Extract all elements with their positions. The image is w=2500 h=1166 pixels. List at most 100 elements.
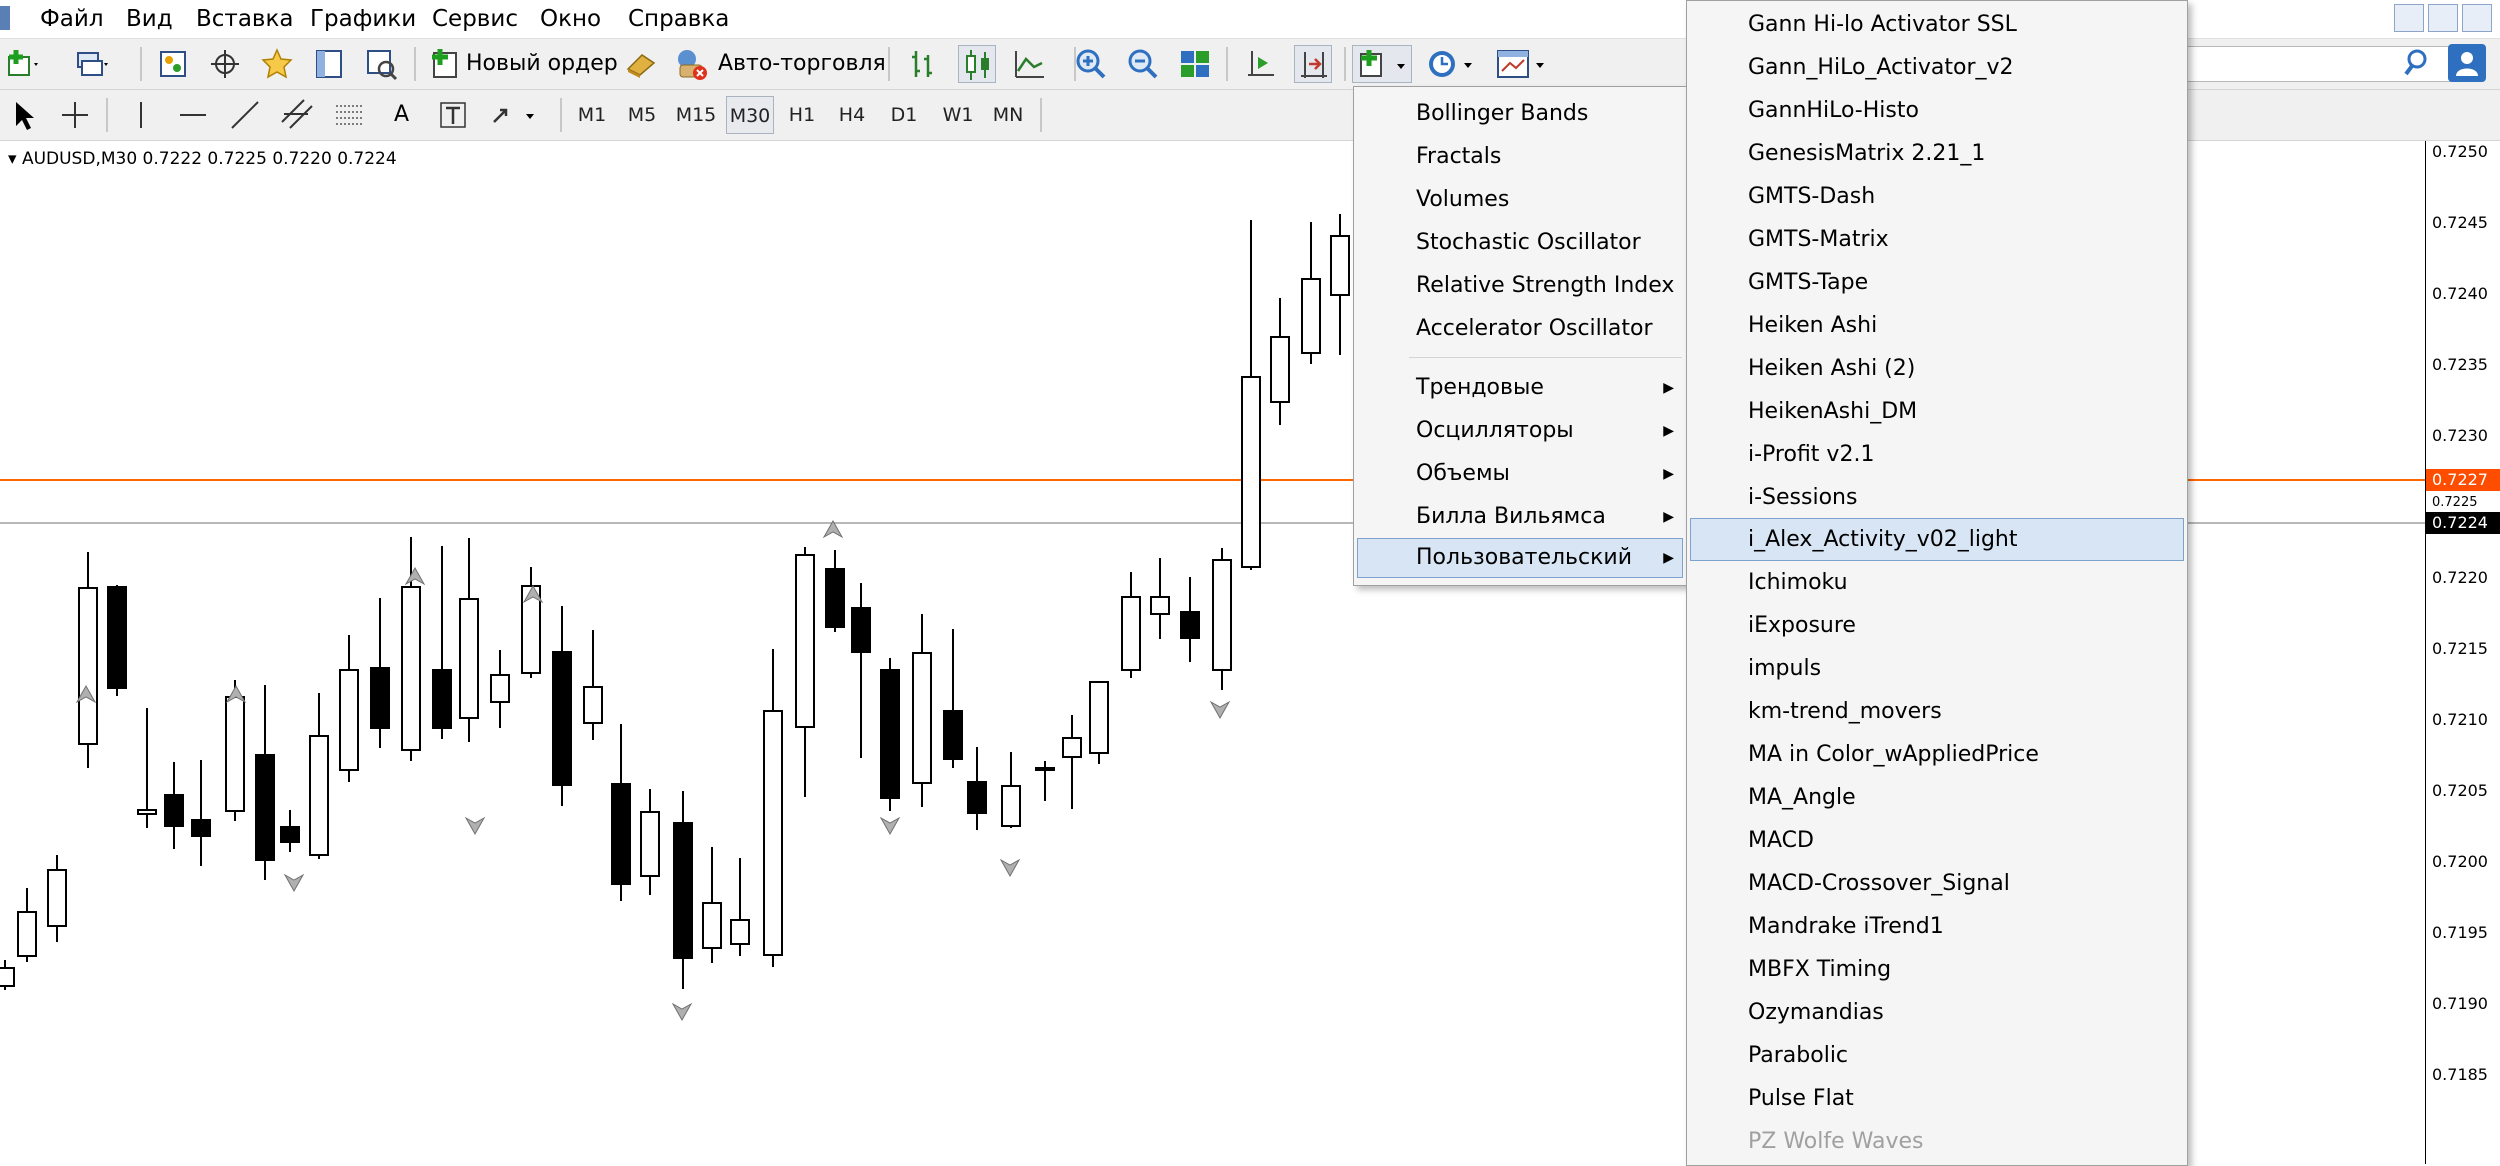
submenu-bill-williams[interactable]: Билла Вильямса [1416, 497, 1606, 537]
menu-item-custom-indicator[interactable]: MACD-Crossover_Signal [1748, 862, 2010, 905]
bar-chart-icon[interactable] [904, 45, 942, 83]
candle-body [370, 667, 390, 729]
price-label: 0.7205 [2432, 781, 2488, 800]
menu-item-custom-indicator[interactable]: Gann_HiLo_Activator_v2 [1748, 46, 2014, 89]
menu-item-custom-indicator[interactable]: GannHiLo-Histo [1748, 89, 1919, 132]
crosshair-icon[interactable] [206, 45, 244, 83]
search-icon[interactable] [2400, 44, 2438, 82]
text-tool-button[interactable]: A [394, 90, 409, 140]
submenu-trend[interactable]: Трендовые [1416, 368, 1544, 408]
timeframe-m30[interactable]: M30 [726, 96, 774, 134]
menu-item-custom-indicator[interactable]: Ichimoku [1748, 561, 1848, 604]
submenu-volumes[interactable]: Объемы [1416, 454, 1510, 494]
auto-trading-button[interactable]: Авто-торговля [718, 39, 886, 89]
profiles-button[interactable] [72, 45, 110, 83]
data-window-icon[interactable] [310, 45, 348, 83]
timeframe-w1[interactable]: W1 [936, 96, 980, 134]
menu-item-custom-indicator[interactable]: i-Profit v2.1 [1748, 433, 1874, 476]
menu-item-custom-indicator[interactable]: GMTS-Tape [1748, 261, 1868, 304]
restore-icon[interactable] [2428, 4, 2458, 32]
cursor-icon[interactable] [4, 96, 42, 134]
menu-item-custom-indicator[interactable]: GMTS-Matrix [1748, 218, 1889, 261]
tile-windows-icon[interactable] [1176, 45, 1214, 83]
menu-item-custom-indicator[interactable]: Heiken Ashi [1748, 304, 1877, 347]
templates-dropdown-button[interactable] [1494, 45, 1554, 83]
menu-item-custom-indicator[interactable]: iExposure [1748, 604, 1856, 647]
collapse-triangle-icon[interactable]: ▾ [8, 149, 17, 169]
menu-item-custom-indicator[interactable]: Parabolic [1748, 1034, 1848, 1077]
menu-item-accelerator[interactable]: Accelerator Oscillator [1416, 309, 1653, 349]
trendline-icon[interactable] [226, 96, 264, 134]
periods-dropdown-button[interactable] [1424, 45, 1484, 83]
new-order-icon[interactable] [426, 45, 464, 83]
auto-scroll-icon[interactable] [1294, 45, 1332, 83]
candle-body [1330, 235, 1350, 296]
menu-item-stochastic[interactable]: Stochastic Oscillator [1416, 223, 1641, 263]
candle-body [490, 674, 510, 703]
menu-item-custom-indicator[interactable]: HeikenAshi_DM [1748, 390, 1917, 433]
timeframe-m5[interactable]: M5 [620, 96, 664, 134]
timeframe-m15[interactable]: M15 [674, 96, 718, 134]
menu-window[interactable]: Окно [540, 0, 601, 38]
menu-item-custom-indicator[interactable]: impuls [1748, 647, 1821, 690]
menu-item-custom-indicator-highlighted[interactable]: i_Alex_Activity_v02_light [1748, 518, 2018, 561]
metaeditor-icon[interactable] [622, 45, 660, 83]
menu-item-custom-indicator[interactable]: Heiken Ashi (2) [1748, 347, 1915, 390]
close-icon[interactable] [2462, 4, 2492, 32]
menu-item-rsi[interactable]: Relative Strength Index [1416, 266, 1674, 306]
menu-tools[interactable]: Сервис [432, 0, 518, 38]
timeframe-h1[interactable]: H1 [780, 96, 824, 134]
menu-item-custom-indicator[interactable]: MACD [1748, 819, 1814, 862]
zoom-out-icon[interactable] [1124, 45, 1162, 83]
menu-file[interactable]: Файл [40, 0, 104, 38]
chart-shift-icon[interactable] [1242, 45, 1280, 83]
community-icon[interactable] [2448, 44, 2486, 82]
menu-item-custom-indicator[interactable]: MBFX Timing [1748, 948, 1891, 991]
crosshair-tool-icon[interactable] [56, 96, 94, 134]
text-label-icon[interactable] [434, 96, 472, 134]
menu-item-fractals[interactable]: Fractals [1416, 137, 1501, 177]
vertical-line-icon[interactable] [122, 96, 160, 134]
menu-item-custom-indicator[interactable]: MA in Color_wAppliedPrice [1748, 733, 2039, 776]
new-chart-button[interactable] [4, 45, 42, 83]
menu-view[interactable]: Вид [126, 0, 173, 38]
timeframe-h4[interactable]: H4 [830, 96, 874, 134]
market-watch-icon[interactable] [154, 45, 192, 83]
menu-item-custom-indicator-disabled: PZ Wolfe Waves [1748, 1129, 1924, 1154]
menu-item-bollinger-bands[interactable]: Bollinger Bands [1416, 94, 1588, 134]
line-chart-icon[interactable] [1010, 45, 1048, 83]
menu-charts[interactable]: Графики [310, 0, 416, 38]
menu-item-volumes[interactable]: Volumes [1416, 180, 1509, 220]
menu-item-custom-indicator[interactable]: i-Sessions [1748, 476, 1857, 519]
timeframe-d1[interactable]: D1 [882, 96, 926, 134]
menu-insert[interactable]: Вставка [196, 0, 293, 38]
equidistant-channel-icon[interactable] [278, 96, 316, 134]
candle-body [309, 735, 329, 856]
menu-item-custom-indicator[interactable]: Mandrake iTrend1 [1748, 905, 1944, 948]
fibonacci-icon[interactable] [330, 96, 368, 134]
submenu-custom[interactable]: Пользовательский [1416, 538, 1632, 578]
menu-item-custom-indicator[interactable]: MA_Angle [1748, 776, 1856, 819]
menu-item-custom-indicator[interactable]: GenesisMatrix 2.21_1 [1748, 132, 1985, 175]
candle-body [825, 568, 845, 628]
menu-item-custom-indicator[interactable]: GMTS-Dash [1748, 175, 1875, 218]
menu-item-custom-indicator[interactable]: Pulse Flat [1748, 1077, 1854, 1120]
menu-item-custom-indicator[interactable]: km-trend_movers [1748, 690, 1942, 733]
zoom-in-icon[interactable] [1072, 45, 1110, 83]
arrows-dropdown-button[interactable] [486, 96, 542, 134]
new-order-button[interactable]: Новый ордер [466, 39, 618, 89]
favorites-icon[interactable] [258, 45, 296, 83]
timeframe-mn[interactable]: MN [986, 96, 1030, 134]
timeframe-m1[interactable]: M1 [570, 96, 614, 134]
menu-help[interactable]: Справка [628, 0, 729, 38]
horizontal-line-icon[interactable] [174, 96, 212, 134]
submenu-oscillators[interactable]: Осцилляторы [1416, 411, 1574, 451]
candlestick-chart-icon[interactable] [958, 45, 996, 83]
strategy-tester-icon[interactable] [362, 45, 400, 83]
auto-trading-icon[interactable] [672, 45, 710, 83]
minimize-icon[interactable] [2394, 4, 2424, 32]
indicators-dropdown-button[interactable] [1352, 45, 1412, 83]
menu-item-custom-indicator[interactable]: Gann Hi-lo Activator SSL [1748, 3, 2017, 46]
menu-item-custom-indicator[interactable]: Ozymandias [1748, 991, 1884, 1034]
app-icon[interactable] [0, 6, 10, 30]
